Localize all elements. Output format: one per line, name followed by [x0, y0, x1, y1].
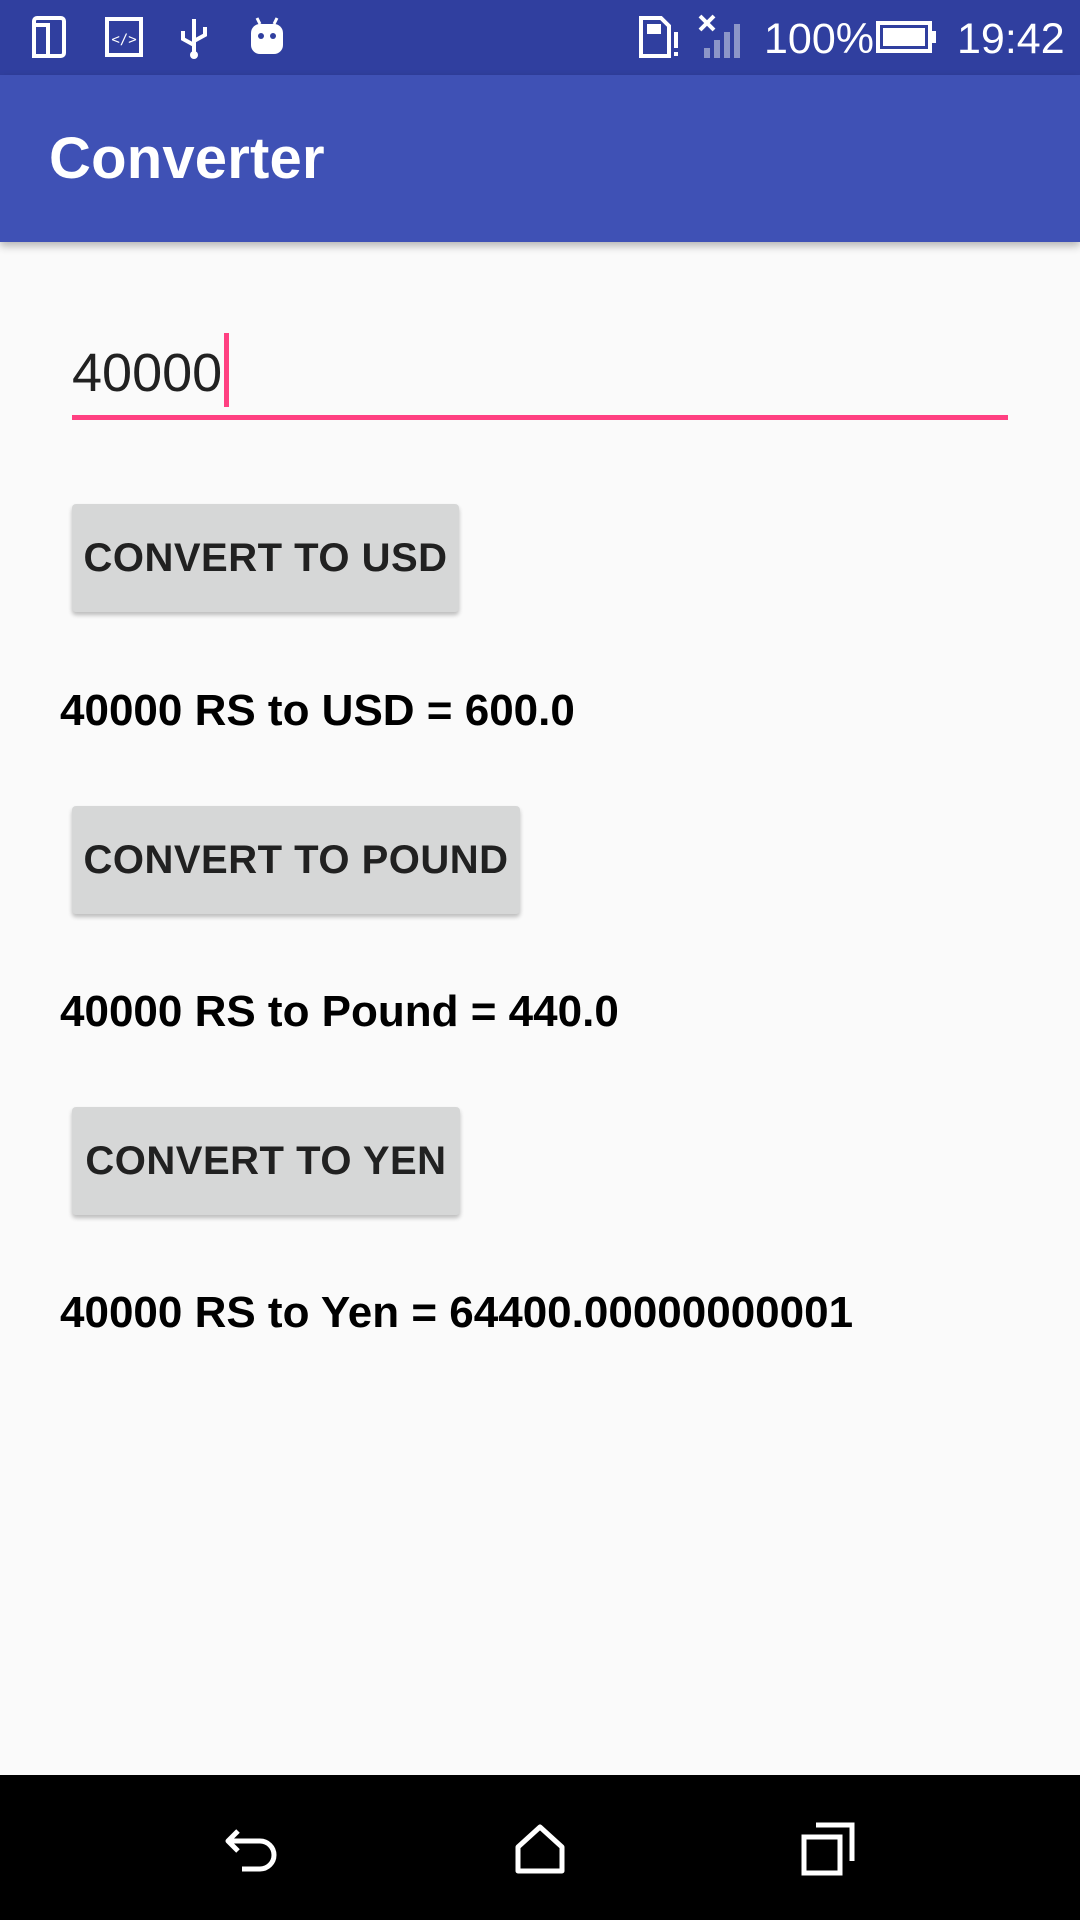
navigation-bar — [0, 1775, 1080, 1920]
svg-text:</>: </> — [111, 32, 136, 48]
signal-off-icon — [698, 14, 748, 60]
usb-icon — [176, 14, 212, 60]
app-bar: Converter — [0, 75, 1080, 242]
back-icon[interactable] — [216, 1811, 292, 1887]
tablet-icon — [30, 14, 72, 60]
recents-icon[interactable] — [790, 1811, 866, 1887]
amount-input[interactable]: 40000 — [72, 328, 1008, 420]
usd-result-text: 40000 RS to USD = 600.0 — [60, 686, 575, 735]
battery-percent: 100% — [764, 15, 874, 63]
sim-alert-icon — [636, 14, 682, 60]
developer-code-icon: </> — [104, 14, 144, 60]
home-icon[interactable] — [502, 1811, 578, 1887]
yen-result-text: 40000 RS to Yen = 64400.00000000001 — [60, 1288, 854, 1337]
app-title: Converter — [49, 126, 325, 191]
convert-to-pound-button[interactable]: CONVERT TO POUND — [72, 806, 520, 914]
battery-icon — [876, 14, 938, 60]
pound-result-text: 40000 RS to Pound = 440.0 — [60, 987, 619, 1036]
convert-to-yen-button[interactable]: CONVERT TO YEN — [72, 1107, 460, 1215]
text-cursor — [224, 333, 229, 407]
convert-to-usd-button[interactable]: CONVERT TO USD — [72, 504, 459, 612]
android-icon — [246, 14, 288, 60]
amount-input-value[interactable]: 40000 — [72, 338, 222, 408]
clock: 19:42 — [957, 15, 1065, 63]
status-bar: </> 100% 19:42 — [0, 0, 1080, 75]
